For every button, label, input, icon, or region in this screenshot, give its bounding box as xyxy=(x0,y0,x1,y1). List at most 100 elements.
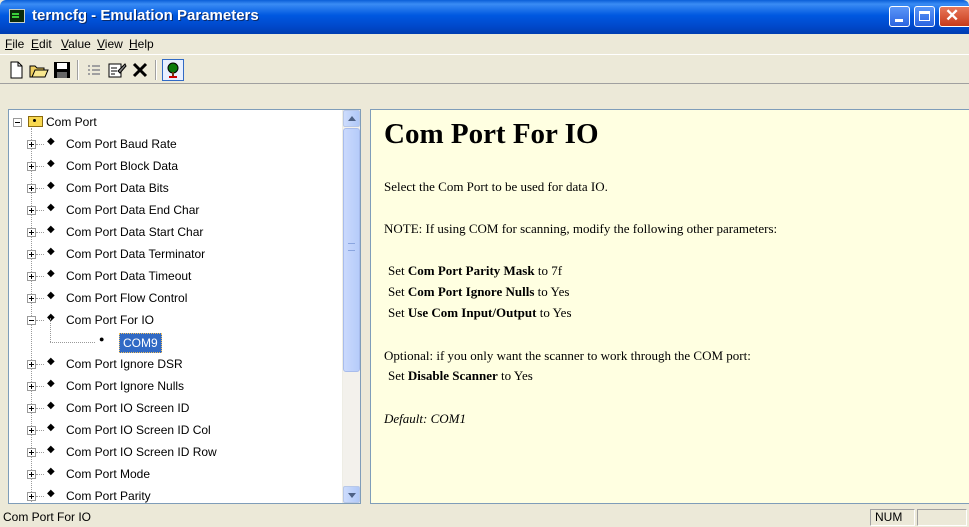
expand-toggle-icon[interactable] xyxy=(27,162,36,171)
tree-item[interactable]: Com Port Mode xyxy=(66,463,150,485)
minimize-button[interactable] xyxy=(889,6,910,27)
save-disk-icon[interactable] xyxy=(52,60,72,80)
close-button[interactable]: ✕ xyxy=(939,6,969,27)
tree-item[interactable]: Com Port Block Data xyxy=(66,155,178,177)
help-default: Default: COM1 xyxy=(384,411,466,426)
bullet-icon: ● xyxy=(99,334,105,344)
tree-branch-line xyxy=(36,210,44,211)
expand-toggle-icon[interactable] xyxy=(27,250,36,259)
setting-line: Set Com Port Ignore Nulls to Yes xyxy=(388,284,570,299)
tree-item[interactable]: Com Port Data Timeout xyxy=(66,265,191,287)
menu-bar: File Edit Value View Help xyxy=(0,34,969,54)
expand-toggle-icon[interactable] xyxy=(27,206,36,215)
tree-item[interactable]: Com Port Data End Char xyxy=(66,199,199,221)
tree-branch-line xyxy=(36,364,44,365)
tree-branch-line xyxy=(36,254,44,255)
tree-branch-line xyxy=(50,342,95,343)
tree-item[interactable]: Com Port IO Screen ID Row xyxy=(66,441,217,463)
tree-item[interactable]: Com Port Data Terminator xyxy=(66,243,205,265)
scroll-thumb[interactable] xyxy=(343,128,360,372)
tree-item[interactable]: Com Port For IO xyxy=(66,309,154,331)
diamond-icon: ◆ xyxy=(47,268,55,279)
expand-toggle-icon[interactable] xyxy=(27,492,36,501)
toolbar xyxy=(0,54,969,84)
collapse-toggle-icon[interactable] xyxy=(13,118,22,127)
tree-branch-line xyxy=(36,166,44,167)
diamond-icon: ◆ xyxy=(47,466,55,477)
diamond-icon: ◆ xyxy=(47,356,55,367)
expand-toggle-icon[interactable] xyxy=(27,228,36,237)
delete-x-icon[interactable] xyxy=(130,60,150,80)
properties-icon[interactable] xyxy=(107,60,127,80)
tree-item[interactable]: Com Port Parity xyxy=(66,485,151,503)
tree-guide-line xyxy=(50,318,51,342)
help-panel: Com Port For IO Select the Com Port to b… xyxy=(370,109,969,504)
new-document-icon[interactable] xyxy=(6,60,26,80)
selected-value-com9[interactable]: COM9 xyxy=(119,333,162,353)
tree-item[interactable]: Com Port IO Screen ID xyxy=(66,397,189,419)
open-folder-icon[interactable] xyxy=(29,60,49,80)
title-bar[interactable]: termcfg - Emulation Parameters ✕ xyxy=(0,0,969,34)
menu-value[interactable]: Value xyxy=(61,37,91,51)
diamond-icon: ◆ xyxy=(47,378,55,389)
diamond-icon: ◆ xyxy=(47,180,55,191)
tree-scrollbar[interactable] xyxy=(342,110,360,503)
tree-item[interactable]: Com Port Ignore Nulls xyxy=(66,375,184,397)
tree-item[interactable]: Com Port Baud Rate xyxy=(66,133,177,155)
setting-line: Set Use Com Input/Output to Yes xyxy=(388,305,572,320)
diamond-icon: ◆ xyxy=(47,400,55,411)
status-text: Com Port For IO xyxy=(3,510,92,524)
terminal-app-icon xyxy=(9,9,25,23)
help-optional: Optional: if you only want the scanner t… xyxy=(384,348,751,363)
scroll-down-arrow-icon[interactable] xyxy=(343,486,360,503)
tree-branch-line xyxy=(36,408,44,409)
toolbar-separator xyxy=(155,60,157,80)
diamond-icon: ◆ xyxy=(47,158,55,169)
tree-branch-line xyxy=(36,188,44,189)
expand-toggle-icon[interactable] xyxy=(27,140,36,149)
tree-item[interactable]: Com Port Ignore DSR xyxy=(66,353,183,375)
expand-toggle-icon[interactable] xyxy=(27,294,36,303)
diamond-icon: ◆ xyxy=(47,290,55,301)
help-description: Select the Com Port to be used for data … xyxy=(384,179,608,194)
expand-toggle-icon[interactable] xyxy=(27,184,36,193)
status-bar: Com Port For IO NUM xyxy=(0,507,969,527)
expand-toggle-icon[interactable] xyxy=(27,382,36,391)
tree-branch-line xyxy=(36,276,44,277)
tree-root-com-port[interactable]: Com Port xyxy=(46,111,97,133)
expand-toggle-icon[interactable] xyxy=(27,360,36,369)
expand-toggle-icon[interactable] xyxy=(27,470,36,479)
scroll-up-arrow-icon[interactable] xyxy=(343,110,360,127)
tree-branch-line xyxy=(36,496,44,497)
list-icon[interactable] xyxy=(84,60,104,80)
tree-branch-line xyxy=(36,430,44,431)
close-icon: ✕ xyxy=(945,6,960,25)
setting-line: Set Com Port Parity Mask to 7f xyxy=(388,263,563,278)
diamond-icon: ◆ xyxy=(47,444,55,455)
tree-item[interactable]: Com Port IO Screen ID Col xyxy=(66,419,211,441)
tree-item[interactable]: Com Port Data Start Char xyxy=(66,221,203,243)
maximize-button[interactable] xyxy=(914,6,935,27)
tree-view-icon[interactable] xyxy=(162,59,184,81)
parameter-tree[interactable]: Com Port ◆ Com Port Baud Rate ◆ Com Port Blo… xyxy=(8,109,361,504)
tree-item[interactable]: Com Port Data Bits xyxy=(66,177,169,199)
tree-branch-line xyxy=(36,144,44,145)
collapse-toggle-icon[interactable] xyxy=(27,316,36,325)
diamond-icon: ◆ xyxy=(47,202,55,213)
expand-toggle-icon[interactable] xyxy=(27,448,36,457)
folder-icon xyxy=(28,116,43,127)
tree-branch-line xyxy=(36,474,44,475)
expand-toggle-icon[interactable] xyxy=(27,272,36,281)
window-title: termcfg - Emulation Parameters xyxy=(32,7,259,24)
expand-toggle-icon[interactable] xyxy=(27,404,36,413)
diamond-icon: ◆ xyxy=(47,488,55,499)
expand-toggle-icon[interactable] xyxy=(27,426,36,435)
menu-edit[interactable]: Edit xyxy=(31,37,52,51)
help-heading: Com Port For IO xyxy=(384,118,599,150)
menu-help[interactable]: Help xyxy=(129,37,154,51)
menu-view[interactable]: View xyxy=(97,37,123,51)
tree-branch-line xyxy=(36,386,44,387)
menu-file[interactable]: File xyxy=(5,37,24,51)
tree-item[interactable]: Com Port Flow Control xyxy=(66,287,187,309)
tree-branch-line xyxy=(36,452,44,453)
